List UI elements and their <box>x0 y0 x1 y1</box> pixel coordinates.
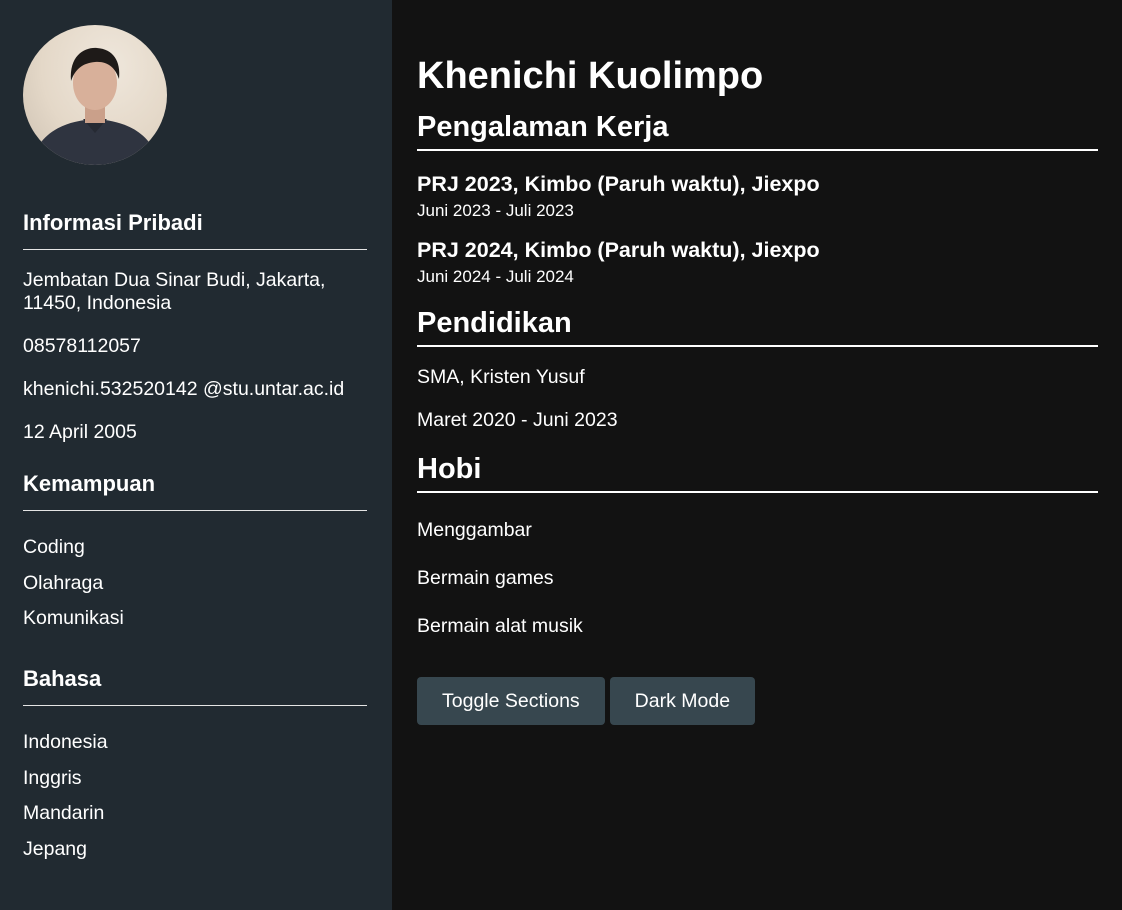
skills-list: Coding Olahraga Komunikasi <box>23 536 367 630</box>
education-heading: Pendidikan <box>417 306 1098 347</box>
list-item: Bermain alat musik <box>417 615 583 637</box>
list-item: Jepang <box>23 837 87 860</box>
list-item: Komunikasi <box>23 607 124 629</box>
skills-heading: Kemampuan <box>23 471 367 511</box>
languages-list: Indonesia Inggris Mandarin Jepang <box>23 731 367 861</box>
hobbies-list: Menggambar Bermain games Bermain alat mu… <box>417 519 1098 638</box>
personal-info-list: Jembatan Dua Sinar Budi, Jakarta, 11450,… <box>23 269 367 444</box>
job-title: PRJ 2023, Kimbo (Paruh waktu), Jiexpo <box>417 172 820 196</box>
hobbies-heading: Hobi <box>417 452 1098 493</box>
email-text: khenichi.532520142 @stu.untar.ac.id <box>23 378 345 400</box>
dark-mode-button[interactable]: Dark Mode <box>609 677 756 725</box>
list-item: Menggambar <box>417 519 532 541</box>
personal-info-heading: Informasi Pribadi <box>23 210 367 250</box>
phone-text: 08578112057 <box>23 335 141 357</box>
resume-page: Informasi Pribadi Jembatan Dua Sinar Bud… <box>0 0 1122 910</box>
birthdate-text: 12 April 2005 <box>23 421 137 443</box>
experience-heading: Pengalaman Kerja <box>417 110 1098 151</box>
job-title: PRJ 2024, Kimbo (Paruh waktu), Jiexpo <box>417 238 820 262</box>
toggle-sections-button[interactable]: Toggle Sections <box>417 677 605 725</box>
main-content: Khenichi Kuolimpo Pengalaman Kerja PRJ 2… <box>392 0 1122 910</box>
job-date: Juni 2024 - Juli 2024 <box>417 267 574 286</box>
address-text: Jembatan Dua Sinar Budi, Jakarta, 11450,… <box>23 269 326 314</box>
job-entry: PRJ 2023, Kimbo (Paruh waktu), Jiexpo Ju… <box>417 171 1098 221</box>
languages-heading: Bahasa <box>23 666 367 706</box>
avatar <box>23 25 167 165</box>
sidebar: Informasi Pribadi Jembatan Dua Sinar Bud… <box>0 0 392 910</box>
education-period: Maret 2020 - Juni 2023 <box>417 409 618 431</box>
job-entry: PRJ 2024, Kimbo (Paruh waktu), Jiexpo Ju… <box>417 237 1098 287</box>
action-buttons: Toggle Sections Dark Mode <box>417 677 1098 725</box>
list-item: Mandarin <box>23 802 105 824</box>
list-item: Indonesia <box>23 731 108 753</box>
education-block: SMA, Kristen Yusuf Maret 2020 - Juni 202… <box>417 366 1098 432</box>
list-item: Coding <box>23 536 85 558</box>
list-item: Olahraga <box>23 571 104 594</box>
school-text: SMA, Kristen Yusuf <box>417 366 585 388</box>
list-item: Bermain games <box>417 567 554 589</box>
list-item: Inggris <box>23 766 82 789</box>
page-title: Khenichi Kuolimpo <box>417 55 764 97</box>
job-date: Juni 2023 - Juli 2023 <box>417 201 574 220</box>
